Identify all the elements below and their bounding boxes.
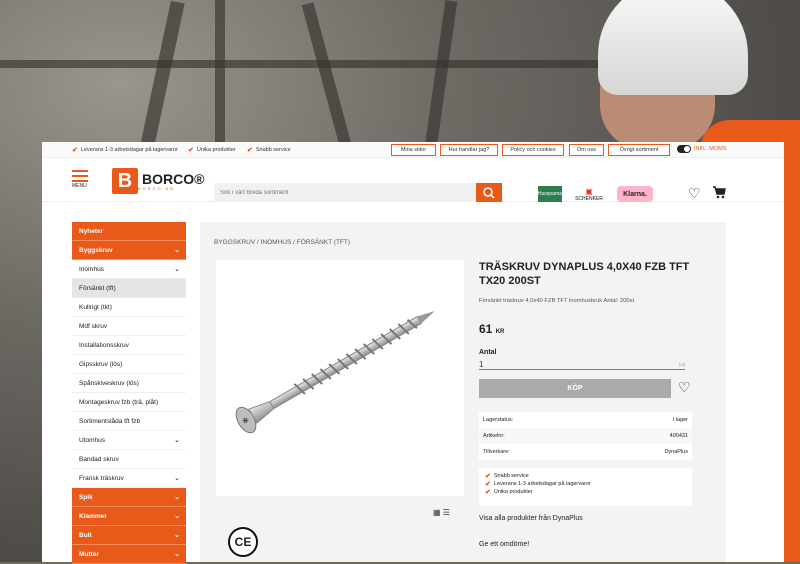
breadcrumb-item[interactable]: FÖRSÄNKT (TFT) — [297, 239, 350, 246]
sidebar-item-spanskiveskruv[interactable]: Spånskiveskruv (lös) — [72, 374, 186, 393]
husqvarna-logo: Husqvarna — [538, 186, 562, 202]
usp-item: ✔ Snabb service — [485, 473, 529, 480]
category-sidebar: Nyheter Byggskruv ⌄ Inomhus ⌄ Försänkt (tf… — [72, 222, 186, 564]
breadcrumb-item[interactable]: INOMHUS — [261, 239, 292, 246]
sidebar-item-mutter[interactable]: Mutter ⌄ — [72, 545, 186, 564]
menu-label: MENU — [72, 183, 87, 189]
usp-item: ✔ Unika produkter — [485, 489, 533, 496]
sidebar-item-kullrigt[interactable]: Kullrigt (tkt) — [72, 298, 186, 317]
info-row: Artikelnr: 400431 — [479, 428, 692, 444]
product-usps: ✔ Snabb service ✔ Leverans 1-3 arbetsdagar… — [479, 468, 692, 506]
sidebar-item-spik[interactable]: Spik ⌄ — [72, 488, 186, 507]
product-image[interactable]: ✱ — [216, 260, 464, 496]
db-icon: ▣ — [585, 186, 593, 196]
review-link[interactable]: Ge ett omdöme! — [479, 541, 529, 548]
chevron-down-icon: ⌄ — [174, 475, 180, 482]
usp-item: ✔ Leverans 1-3 arbetsdagar på lagervaror — [485, 481, 591, 488]
screw-image: ✱ — [235, 311, 435, 434]
check-icon: ✔ — [485, 489, 491, 496]
about-button[interactable]: Om oss — [569, 144, 604, 156]
hamburger-icon — [72, 170, 88, 172]
sidebar-item-bandad[interactable]: Bandad skruv — [72, 450, 186, 469]
sidebar-item-utomhus[interactable]: Utomhus ⌄ — [72, 431, 186, 450]
check-icon: ✔ — [485, 481, 491, 488]
check-icon: ✔ — [72, 147, 78, 154]
search-icon — [483, 187, 495, 199]
sidebar-item-inomhus[interactable]: Inomhus ⌄ — [72, 260, 186, 279]
chevron-down-icon: ⌄ — [174, 532, 180, 539]
chevron-down-icon: ⌄ — [174, 494, 180, 501]
check-icon: ✔ — [188, 147, 194, 154]
top-bar: ✔ Leverans 1-3 arbetsdagar på lagervaror … — [42, 142, 784, 158]
search-button[interactable] — [476, 183, 502, 202]
sidebar-item-mdf[interactable]: Mdf skruv — [72, 317, 186, 336]
info-row: Tillverkare: DynaPlus — [483, 449, 688, 455]
my-pages-button[interactable]: Mina sidor — [391, 144, 436, 156]
schenker-logo: ▣ SCHENKER — [575, 186, 603, 202]
logo-text: BORCO® — [142, 170, 205, 187]
menu-button[interactable]: MENU — [72, 170, 88, 189]
quantity-input[interactable] — [479, 359, 685, 370]
breadcrumb: BYGGSKRUV / INOMHUS / FÖRSÄNKT (TFT) — [214, 239, 351, 246]
check-icon: ✔ — [485, 473, 491, 480]
sidebar-item-nyheter[interactable]: Nyheter — [72, 222, 186, 241]
sidebar-item-klammer[interactable]: Klammer ⌄ — [72, 507, 186, 526]
product-info-table: Lagerstatus: I lager Artikelnr: 400431 Til… — [479, 412, 692, 460]
cart-icon[interactable] — [712, 185, 726, 199]
worker-helmet — [598, 0, 748, 95]
product-main: BYGGSKRUV / INOMHUS / FÖRSÄNKT (TFT) ✱ ▦… — [200, 222, 726, 562]
usp-item: ✔ Leverans 1-3 arbetsdagar på lagervaror — [72, 147, 178, 154]
sidebar-item-forsankt[interactable]: Försänkt (tft) — [72, 279, 186, 298]
buy-button[interactable]: KÖP — [479, 379, 671, 398]
list-icon[interactable]: ☰ — [443, 508, 450, 517]
quantity-unit: (st) — [679, 362, 686, 367]
page: ✔ Leverans 1-3 arbetsdagar på lagervaror … — [42, 142, 784, 564]
chevron-down-icon: ⌄ — [174, 247, 180, 254]
how-to-shop-button[interactable]: Hur handlar jag? — [440, 144, 498, 156]
sidebar-item-gipsskruv[interactable]: Gipsskruv (lös) — [72, 355, 186, 374]
sidebar-item-byggskruv[interactable]: Byggskruv ⌄ — [72, 241, 186, 260]
sidebar-item-sortimentslada[interactable]: Sortimentslåda tft fzb — [72, 412, 186, 431]
other-range-button[interactable]: Övrigt sortiment — [608, 144, 670, 156]
product-title: TRÄSKRUV DYNAPLUS 4,0X40 FZB TFT TX20 20… — [479, 261, 690, 287]
grid-icon[interactable]: ▦ — [433, 508, 441, 517]
wishlist-icon[interactable]: ♡ — [678, 379, 691, 396]
all-products-link[interactable]: Visa alla produkter från DynaPlus — [479, 515, 583, 522]
logo-mark: B — [112, 168, 138, 194]
check-icon: ✔ — [247, 147, 253, 154]
sidebar-item-montageskruv[interactable]: Montageskruv fzb (trä, plåt) — [72, 393, 186, 412]
ce-mark: CE — [228, 527, 258, 557]
chevron-down-icon: ⌄ — [174, 513, 180, 520]
sidebar-item-installation[interactable]: Installationsskruv — [72, 336, 186, 355]
header: MENU B BORCO® BORCO AB Husqvarna ▣SCHENK… — [42, 158, 784, 202]
scaffold-beam — [0, 60, 600, 68]
chevron-down-icon: ⌄ — [174, 437, 180, 444]
product-price: 61 KR — [479, 322, 505, 336]
search-input[interactable] — [214, 183, 502, 202]
usp-item: ✔ Unika produkter — [188, 147, 236, 154]
chevron-down-icon: ⌄ — [174, 551, 180, 558]
breadcrumb-item[interactable]: BYGGSKRUV — [214, 239, 255, 246]
policy-button[interactable]: Policy och cookies — [502, 144, 564, 156]
vat-label: INKL. MOMS — [694, 146, 727, 152]
logo[interactable]: B BORCO® BORCO AB — [112, 168, 204, 194]
quantity-label: Antal — [479, 349, 497, 356]
vat-toggle[interactable] — [677, 145, 691, 153]
sidebar-item-fransk[interactable]: Fransk träskruv ⌄ — [72, 469, 186, 488]
info-row: Lagerstatus: I lager — [483, 417, 688, 423]
product-description: Försänkt träskruv 4,0x40 FZB TFT inomhus… — [479, 298, 635, 304]
view-toggle[interactable]: ▦ ☰ — [433, 508, 450, 517]
chevron-down-icon: ⌄ — [174, 266, 180, 273]
sidebar-item-bult[interactable]: Bult ⌄ — [72, 526, 186, 545]
wishlist-icon[interactable]: ♡ — [688, 185, 701, 202]
usp-item: ✔ Snabb service — [247, 147, 291, 154]
klarna-logo: Klarna. — [617, 186, 653, 202]
